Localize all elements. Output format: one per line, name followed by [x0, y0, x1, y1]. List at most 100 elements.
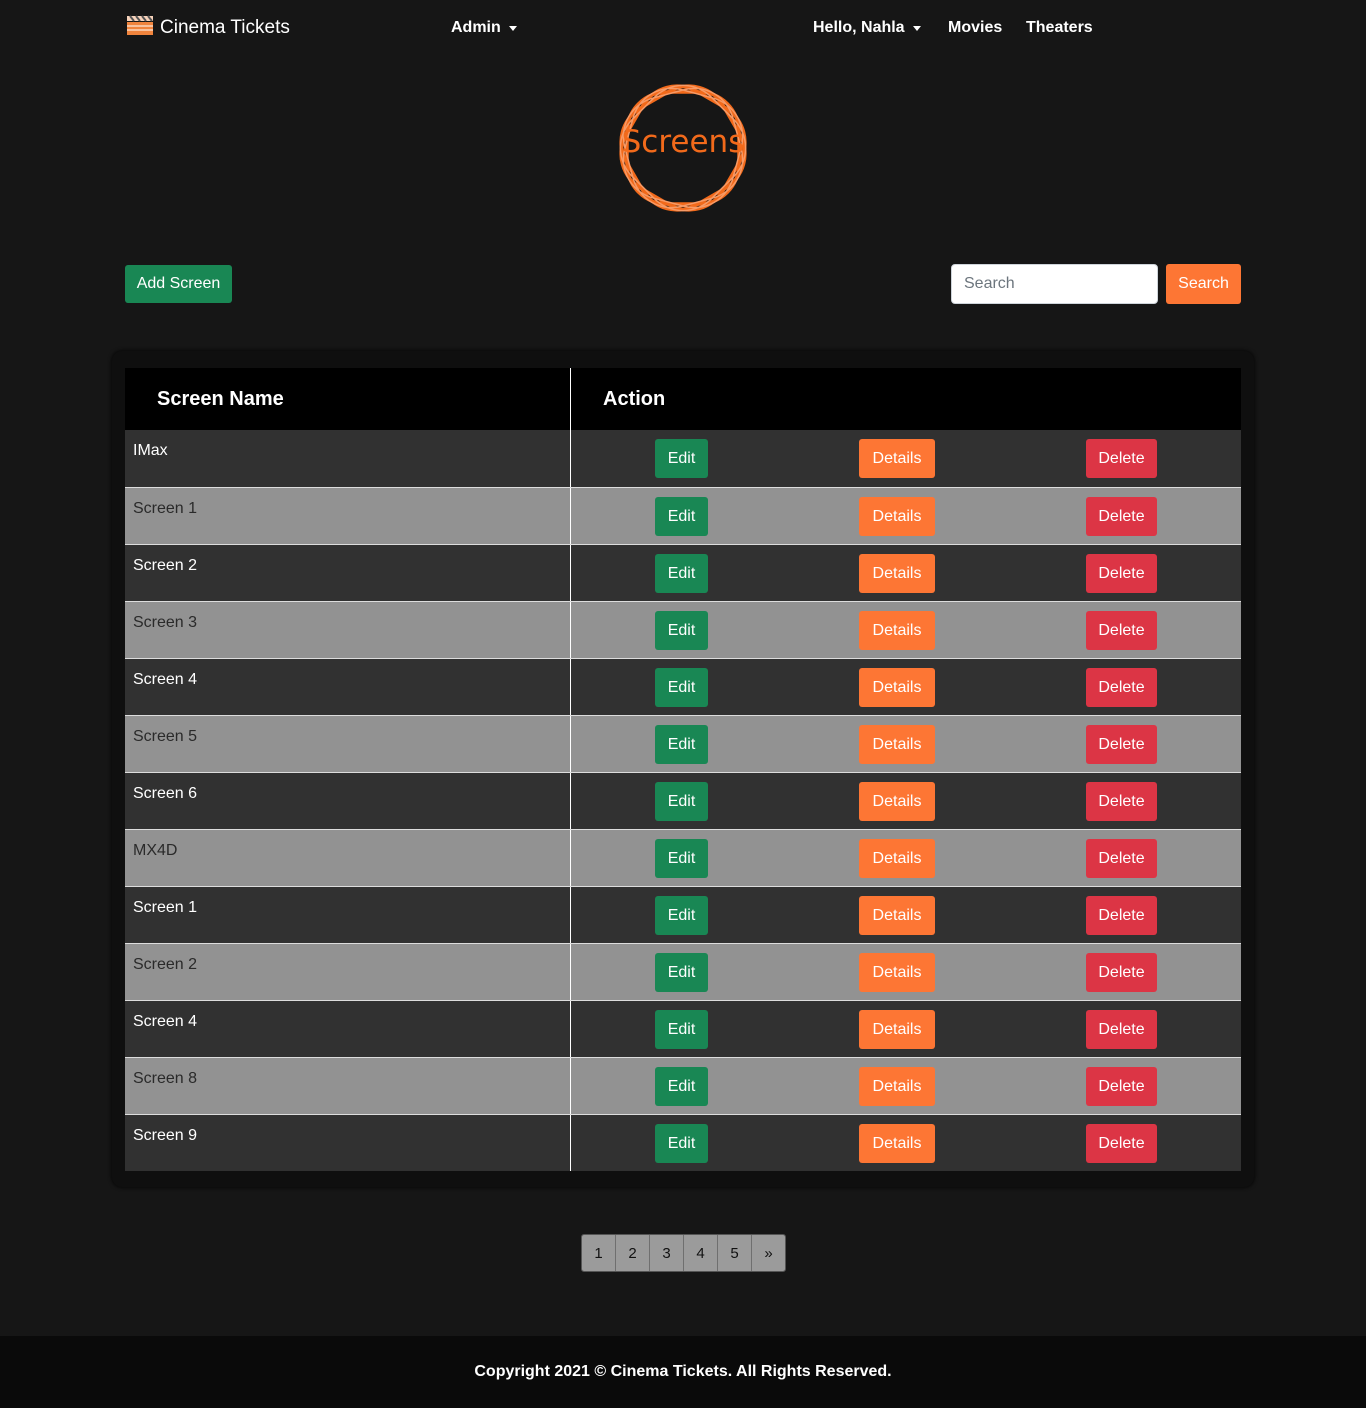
edit-button[interactable]: Edit	[655, 611, 708, 650]
admin-label: Admin	[451, 19, 501, 36]
delete-button[interactable]: Delete	[1086, 1124, 1157, 1163]
navbar: Cinema Tickets Admin Hello, Nahla Movies…	[0, 0, 1366, 58]
screen-name-cell: Screen 9	[125, 1115, 571, 1171]
delete-button[interactable]: Delete	[1086, 1010, 1157, 1049]
delete-button[interactable]: Delete	[1086, 839, 1157, 878]
details-button[interactable]: Details	[859, 1067, 935, 1106]
actions-cell: Edit Details Delete	[571, 545, 1241, 601]
delete-button[interactable]: Delete	[1086, 896, 1157, 935]
details-button[interactable]: Details	[859, 782, 935, 821]
table-row: Screen 9 Edit Details Delete	[125, 1114, 1241, 1171]
edit-button[interactable]: Edit	[655, 439, 708, 478]
actions-cell: Edit Details Delete	[571, 716, 1241, 772]
actions-cell: Edit Details Delete	[571, 830, 1241, 886]
table-row: Screen 6 Edit Details Delete	[125, 772, 1241, 829]
screen-name-cell: Screen 2	[125, 944, 571, 1000]
screen-name-cell: MX4D	[125, 830, 571, 886]
edit-button[interactable]: Edit	[655, 554, 708, 593]
table-row: Screen 2 Edit Details Delete	[125, 544, 1241, 601]
delete-button[interactable]: Delete	[1086, 782, 1157, 821]
details-button[interactable]: Details	[859, 439, 935, 478]
admin-dropdown[interactable]: Admin	[451, 19, 517, 37]
edit-button[interactable]: Edit	[655, 725, 708, 764]
screen-name-cell: Screen 4	[125, 659, 571, 715]
logo-title: Screens	[621, 124, 745, 160]
page-link-3[interactable]: 3	[650, 1235, 684, 1271]
edit-button[interactable]: Edit	[655, 839, 708, 878]
details-button[interactable]: Details	[859, 839, 935, 878]
details-button[interactable]: Details	[859, 953, 935, 992]
add-screen-button[interactable]: Add Screen	[125, 265, 232, 303]
table-body: IMax Edit Details Delete Screen 1 Edit Details…	[125, 430, 1241, 1171]
header-action: Action	[603, 387, 666, 410]
details-button[interactable]: Details	[859, 611, 935, 650]
table-row: Screen 3 Edit Details Delete	[125, 601, 1241, 658]
footer: Copyright 2021 © Cinema Tickets. All Rig…	[0, 1336, 1366, 1408]
delete-button[interactable]: Delete	[1086, 611, 1157, 650]
nav-theaters[interactable]: Theaters	[1026, 19, 1093, 37]
actions-cell: Edit Details Delete	[571, 430, 1241, 487]
edit-button[interactable]: Edit	[655, 1010, 708, 1049]
table-row: IMax Edit Details Delete	[125, 430, 1241, 487]
screen-name-cell: IMax	[125, 430, 571, 487]
details-button[interactable]: Details	[859, 554, 935, 593]
movies-label: Movies	[948, 19, 1003, 36]
delete-button[interactable]: Delete	[1086, 1067, 1157, 1106]
screen-name-cell: Screen 4	[125, 1001, 571, 1057]
user-dropdown[interactable]: Hello, Nahla	[813, 19, 921, 37]
page-next-link[interactable]: »	[752, 1235, 785, 1271]
edit-button[interactable]: Edit	[655, 1124, 708, 1163]
user-label: Hello, Nahla	[813, 19, 905, 36]
screens-logo: Screens	[599, 64, 767, 232]
actions-cell: Edit Details Delete	[571, 1115, 1241, 1171]
actions-cell: Edit Details Delete	[571, 488, 1241, 544]
actions-cell: Edit Details Delete	[571, 773, 1241, 829]
table-row: Screen 1 Edit Details Delete	[125, 886, 1241, 943]
table-header: Screen Name Action	[125, 368, 1241, 430]
edit-button[interactable]: Edit	[655, 953, 708, 992]
screen-name-cell: Screen 6	[125, 773, 571, 829]
search-input[interactable]	[951, 264, 1158, 304]
details-button[interactable]: Details	[859, 725, 935, 764]
actions-cell: Edit Details Delete	[571, 1058, 1241, 1114]
delete-button[interactable]: Delete	[1086, 439, 1157, 478]
table-row: Screen 1 Edit Details Delete	[125, 487, 1241, 544]
nav-movies[interactable]: Movies	[948, 19, 1002, 37]
screen-name-cell: Screen 8	[125, 1058, 571, 1114]
pagination: 1 2 3 4 5»	[581, 1234, 786, 1272]
edit-button[interactable]: Edit	[655, 1067, 708, 1106]
edit-button[interactable]: Edit	[655, 782, 708, 821]
header-screen-name: Screen Name	[125, 368, 571, 430]
delete-button[interactable]: Delete	[1086, 725, 1157, 764]
page-link-4[interactable]: 4	[684, 1235, 718, 1271]
actions-cell: Edit Details Delete	[571, 887, 1241, 943]
edit-button[interactable]: Edit	[655, 497, 708, 536]
screen-name-cell: Screen 1	[125, 887, 571, 943]
details-button[interactable]: Details	[859, 1124, 935, 1163]
actions-cell: Edit Details Delete	[571, 944, 1241, 1000]
screen-name-cell: Screen 1	[125, 488, 571, 544]
brand-link[interactable]: Cinema Tickets	[126, 14, 290, 41]
table-row: Screen 8 Edit Details Delete	[125, 1057, 1241, 1114]
delete-button[interactable]: Delete	[1086, 668, 1157, 707]
screen-name-cell: Screen 5	[125, 716, 571, 772]
actions-cell: Edit Details Delete	[571, 1001, 1241, 1057]
edit-button[interactable]: Edit	[655, 896, 708, 935]
page-link-5[interactable]: 5	[718, 1235, 752, 1271]
caret-down-icon	[912, 25, 921, 31]
page-link-2[interactable]: 2	[616, 1235, 650, 1271]
search-button[interactable]: Search	[1166, 264, 1241, 304]
copyright-text: Copyright 2021 © Cinema Tickets. All Rig…	[474, 1363, 892, 1380]
delete-button[interactable]: Delete	[1086, 953, 1157, 992]
edit-button[interactable]: Edit	[655, 668, 708, 707]
details-button[interactable]: Details	[859, 1010, 935, 1049]
screen-name-cell: Screen 3	[125, 602, 571, 658]
delete-button[interactable]: Delete	[1086, 497, 1157, 536]
page-link-1[interactable]: 1	[582, 1235, 616, 1271]
details-button[interactable]: Details	[859, 668, 935, 707]
table-row: Screen 4 Edit Details Delete	[125, 658, 1241, 715]
table-row: MX4D Edit Details Delete	[125, 829, 1241, 886]
details-button[interactable]: Details	[859, 896, 935, 935]
details-button[interactable]: Details	[859, 497, 935, 536]
delete-button[interactable]: Delete	[1086, 554, 1157, 593]
